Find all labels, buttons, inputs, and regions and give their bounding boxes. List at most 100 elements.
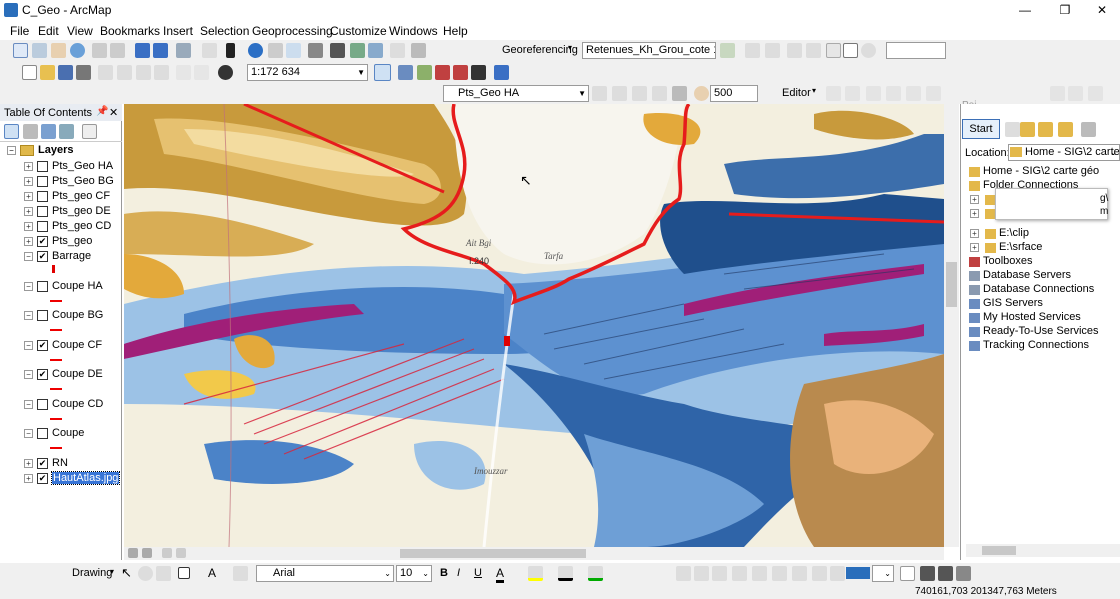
- layer-row[interactable]: − Coupe CD: [0, 397, 122, 412]
- options-icon[interactable]: [82, 124, 97, 139]
- layer-name[interactable]: Pts_Geo HA: [52, 160, 113, 172]
- open-folder-icon[interactable]: [40, 65, 55, 80]
- group-icon[interactable]: [712, 566, 727, 581]
- layer-name[interactable]: Coupe CD: [52, 398, 103, 410]
- add-control-points-icon[interactable]: [745, 43, 760, 58]
- expand-icon[interactable]: +: [24, 192, 33, 201]
- layer-name[interactable]: Coupe: [52, 427, 84, 439]
- menu-bookmarks[interactable]: Bookmarks: [100, 24, 160, 38]
- collapse-icon[interactable]: −: [24, 252, 33, 261]
- fill-swatch[interactable]: [846, 567, 870, 579]
- catalog-horizontal-scrollbar[interactable]: [966, 544, 1120, 557]
- zoom-to-elements-icon[interactable]: [156, 566, 171, 581]
- camera-icon[interactable]: [938, 566, 953, 581]
- collapse-icon[interactable]: −: [24, 429, 33, 438]
- trace-icon[interactable]: [906, 86, 921, 101]
- snapping-icon[interactable]: [694, 86, 709, 101]
- collapse-icon[interactable]: −: [24, 370, 33, 379]
- layer-row[interactable]: − ✔ Barrage: [0, 249, 122, 264]
- underline-button[interactable]: U: [474, 567, 482, 579]
- list-by-source-icon[interactable]: [23, 124, 38, 139]
- rotate-icon[interactable]: [792, 566, 807, 581]
- expand-icon[interactable]: +: [24, 177, 33, 186]
- menu-view[interactable]: View: [67, 24, 93, 38]
- expand-icon[interactable]: +: [970, 209, 979, 218]
- flicker-rate-icon[interactable]: [672, 86, 687, 101]
- scroll-thumb[interactable]: [946, 262, 957, 307]
- layer-visibility-checkbox[interactable]: [37, 176, 48, 187]
- layer-name[interactable]: Pts_geo: [52, 235, 92, 247]
- reshape-icon[interactable]: [1068, 86, 1083, 101]
- map-scale-select[interactable]: 1:172 634 ▼: [247, 64, 368, 81]
- fill-dropdown[interactable]: ⌄: [872, 565, 894, 582]
- maximize-button[interactable]: ❐: [1045, 0, 1085, 21]
- swipe-icon[interactable]: [592, 86, 607, 101]
- link-table-icon[interactable]: [843, 43, 858, 58]
- drawing-menu[interactable]: Drawing: [72, 567, 112, 579]
- layer-name[interactable]: Pts_Geo BG: [52, 175, 114, 187]
- menu-insert[interactable]: Insert: [163, 24, 193, 38]
- find-route-icon[interactable]: [350, 43, 365, 58]
- view-link-table-icon[interactable]: [826, 43, 841, 58]
- layer-name[interactable]: Coupe HA: [52, 280, 103, 292]
- model-builder-icon[interactable]: [494, 65, 509, 80]
- expand-icon[interactable]: +: [24, 459, 33, 468]
- location-select[interactable]: Home - SIG\2 carte ⌄: [1008, 144, 1120, 161]
- font-select[interactable]: Arial ⌄: [256, 565, 394, 582]
- line-color-icon[interactable]: [558, 566, 573, 581]
- paste-icon[interactable]: [136, 65, 151, 80]
- collapse-icon[interactable]: −: [24, 400, 33, 409]
- flip-icon[interactable]: [812, 566, 827, 581]
- point-icon[interactable]: [926, 86, 941, 101]
- layer-visibility-checkbox[interactable]: [37, 310, 48, 321]
- arctoolbox-icon[interactable]: [453, 65, 468, 80]
- layer-name[interactable]: Pts_geo DE: [52, 205, 111, 217]
- edit-vertices-icon[interactable]: [1050, 86, 1065, 101]
- tolerance-input[interactable]: 500: [710, 85, 758, 102]
- marker-color-icon[interactable]: [588, 566, 603, 581]
- nudge-icon[interactable]: [772, 566, 787, 581]
- layer-row[interactable]: − ✔ Coupe CF: [0, 338, 122, 353]
- layer-row[interactable]: + Pts_Geo HA: [0, 159, 122, 174]
- catalog-item[interactable]: Ready-To-Use Services: [983, 325, 1099, 339]
- layer-select[interactable]: Pts_Geo HA ▼: [443, 85, 589, 102]
- list-by-selection-icon[interactable]: [59, 124, 74, 139]
- layer-visibility-checkbox[interactable]: [37, 191, 48, 202]
- layer-visibility-checkbox[interactable]: ✔: [37, 369, 48, 380]
- layer-row[interactable]: − Coupe BG: [0, 308, 122, 323]
- layer-name[interactable]: Coupe CF: [52, 339, 102, 351]
- close-icon[interactable]: ✕: [109, 106, 118, 119]
- up-folder-icon[interactable]: [1020, 122, 1035, 137]
- flicker-icon[interactable]: [612, 86, 627, 101]
- map-vertical-scrollbar[interactable]: [944, 104, 959, 547]
- list-by-visibility-icon[interactable]: [41, 124, 56, 139]
- expand-icon[interactable]: +: [24, 162, 33, 171]
- catalog-item[interactable]: Toolboxes: [983, 255, 1033, 269]
- connect-folder-icon[interactable]: [1058, 122, 1073, 137]
- layer-name[interactable]: Coupe BG: [52, 309, 103, 321]
- collapse-icon[interactable]: −: [24, 311, 33, 320]
- layer-visibility-checkbox[interactable]: [37, 206, 48, 217]
- catalog-item[interactable]: E:\srface: [999, 241, 1042, 255]
- catalog-item[interactable]: GIS Servers: [983, 297, 1043, 311]
- chevron-down-icon[interactable]: ▾: [812, 86, 816, 95]
- new-document-icon[interactable]: [22, 65, 37, 80]
- layer-name[interactable]: RN: [52, 457, 68, 469]
- layout-view-icon[interactable]: [128, 548, 138, 558]
- menu-file[interactable]: File: [10, 24, 29, 38]
- fill-color-icon[interactable]: [528, 566, 543, 581]
- rotate-element-icon[interactable]: [138, 566, 153, 581]
- scale-icon[interactable]: [787, 43, 802, 58]
- rotate-tool-icon[interactable]: [861, 43, 876, 58]
- layer-name[interactable]: Coupe DE: [52, 368, 103, 380]
- end-point-arc-icon[interactable]: [886, 86, 901, 101]
- expand-icon[interactable]: +: [970, 243, 979, 252]
- layer-row[interactable]: + ✔ RN: [0, 456, 122, 471]
- measure-icon[interactable]: [308, 43, 323, 58]
- python-window-icon[interactable]: [471, 65, 486, 80]
- home-icon[interactable]: [1038, 122, 1053, 137]
- layer-visibility-checkbox[interactable]: ✔: [37, 236, 48, 247]
- straight-segment-icon[interactable]: [866, 86, 881, 101]
- effects-icon[interactable]: [652, 86, 667, 101]
- editor-menu[interactable]: Editor: [782, 87, 811, 99]
